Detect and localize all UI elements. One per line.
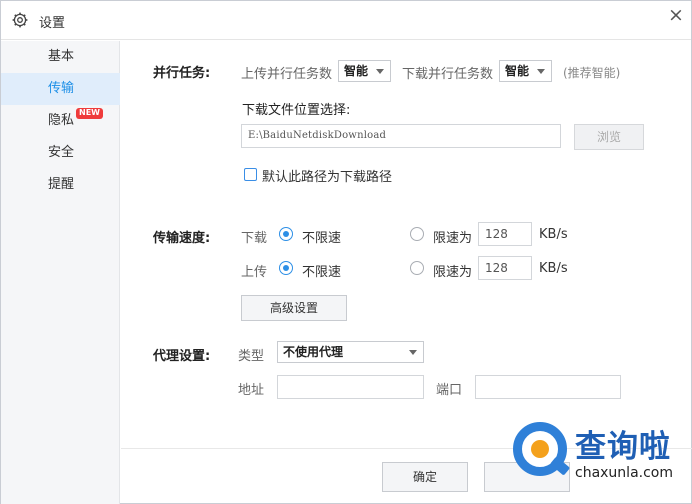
watermark-logo: 查询啦 chaxunla.com — [513, 419, 692, 504]
download-limit-value: 128 — [485, 227, 508, 241]
parallel-hint: (推荐智能) — [563, 66, 621, 80]
upload-unlimited-label: 不限速 — [302, 265, 342, 280]
browse-button-label: 浏览 — [596, 130, 621, 144]
upload-limit-value: 128 — [485, 261, 508, 275]
download-location-label: 下载文件位置选择: — [242, 103, 351, 118]
upload-unlimited-radio[interactable] — [279, 261, 293, 275]
proxy-address-field[interactable] — [277, 375, 424, 399]
download-limit-unit: KB/s — [539, 227, 568, 242]
proxy-type-value: 不使用代理 — [283, 345, 344, 359]
gear-icon — [12, 12, 28, 28]
chevron-down-icon — [537, 69, 545, 74]
chevron-down-icon — [409, 350, 417, 355]
new-badge: NEW — [76, 108, 103, 119]
upload-parallel-select[interactable]: 智能 — [338, 60, 391, 82]
download-limit-radio[interactable] — [410, 227, 424, 241]
close-icon: × — [668, 4, 684, 26]
close-button[interactable]: × — [665, 5, 687, 27]
sidebar: 基本 传输 隐私 NEW 安全 提醒 — [1, 41, 120, 504]
proxy-address-label: 地址 — [238, 383, 265, 398]
transfer-speed-label: 传输速度: — [153, 231, 211, 246]
watermark-text-cn: 查询啦 — [575, 429, 671, 465]
download-parallel-value: 智能 — [505, 64, 530, 78]
ok-button[interactable]: 确定 — [382, 462, 468, 492]
proxy-port-field[interactable] — [475, 375, 621, 399]
sidebar-item-label: 提醒 — [48, 177, 75, 192]
sidebar-item-label: 传输 — [48, 81, 75, 96]
upload-parallel-label: 上传并行任务数 — [241, 67, 333, 82]
browse-button[interactable]: 浏览 — [574, 124, 644, 150]
download-speed-label: 下载 — [241, 231, 268, 246]
upload-limit-radio[interactable] — [410, 261, 424, 275]
sidebar-item-privacy[interactable]: 隐私 NEW — [1, 105, 120, 137]
sidebar-item-basic[interactable]: 基本 — [1, 41, 120, 73]
proxy-settings-label: 代理设置: — [153, 349, 211, 364]
sidebar-item-label: 隐私 — [48, 113, 75, 128]
window-title: 设置 — [39, 16, 66, 31]
download-parallel-select[interactable]: 智能 — [499, 60, 552, 82]
settings-window: 设置 × 基本 传输 隐私 NEW 安全 提醒 并行任务: 上传并行任务数 智能 — [0, 0, 692, 504]
advanced-settings-button[interactable]: 高级设置 — [241, 295, 347, 321]
sidebar-item-transfer[interactable]: 传输 — [1, 73, 120, 105]
sidebar-item-security[interactable]: 安全 — [1, 137, 120, 169]
upload-speed-label: 上传 — [241, 265, 268, 280]
proxy-port-label: 端口 — [436, 383, 463, 398]
download-parallel-label: 下载并行任务数 — [402, 67, 494, 82]
download-unlimited-label: 不限速 — [302, 231, 342, 246]
sidebar-item-reminder[interactable]: 提醒 — [1, 169, 120, 201]
ok-button-label: 确定 — [412, 470, 437, 484]
download-path-value: E:\BaiduNetdiskDownload — [248, 130, 387, 141]
default-path-checkbox[interactable] — [244, 168, 257, 181]
default-path-label: 默认此路径为下载路径 — [262, 170, 393, 185]
advanced-settings-label: 高级设置 — [269, 301, 318, 315]
parallel-tasks-label: 并行任务: — [153, 66, 211, 81]
sidebar-item-label: 基本 — [48, 49, 75, 64]
proxy-type-label: 类型 — [238, 349, 265, 364]
download-path-field[interactable]: E:\BaiduNetdiskDownload — [241, 124, 561, 148]
proxy-type-select[interactable]: 不使用代理 — [277, 341, 424, 363]
chevron-down-icon — [376, 69, 384, 74]
upload-parallel-value: 智能 — [344, 64, 369, 78]
title-bar: 设置 × — [1, 1, 691, 40]
download-unlimited-radio[interactable] — [279, 227, 293, 241]
upload-limit-input[interactable]: 128 — [478, 256, 532, 280]
watermark-text-en: chaxunla.com — [575, 465, 673, 481]
upload-limit-label: 限速为 — [433, 265, 473, 280]
download-limit-label: 限速为 — [433, 231, 473, 246]
upload-limit-unit: KB/s — [539, 261, 568, 276]
download-limit-input[interactable]: 128 — [478, 222, 532, 246]
sidebar-item-label: 安全 — [48, 145, 75, 160]
